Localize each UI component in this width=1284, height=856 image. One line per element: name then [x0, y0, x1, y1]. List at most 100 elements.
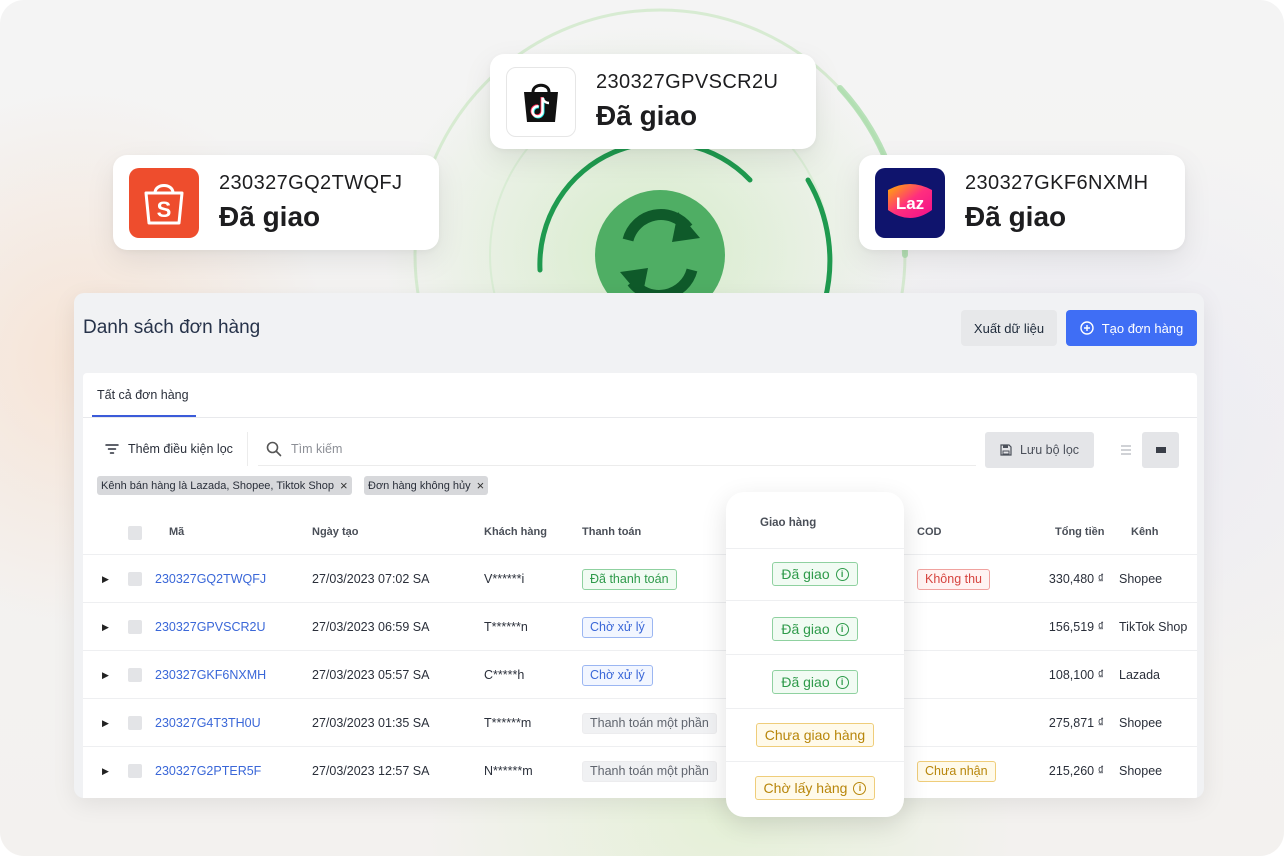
- search-icon: [266, 441, 282, 456]
- delivery-status-column: Giao hàng Đã giao i Đã giao i Đã giao i: [726, 492, 904, 817]
- created-date: 27/03/2023 12:57 SA: [312, 764, 430, 778]
- expand-row-icon[interactable]: ▶: [102, 718, 109, 729]
- table-row[interactable]: ▶ 230327GKF6NXMH 27/03/2023 05:57 SA C**…: [83, 650, 1197, 698]
- row-checkbox[interactable]: [128, 572, 142, 586]
- expand-row-icon[interactable]: ▶: [102, 670, 109, 681]
- sales-channel: Shopee: [1119, 764, 1163, 778]
- order-total: 108,100 ₫: [1048, 668, 1104, 682]
- divider: [726, 761, 904, 762]
- customer-name: N******m: [484, 764, 533, 778]
- order-code-link[interactable]: 230327GQ2TWQFJ: [155, 555, 266, 603]
- delivery-status-label: Chờ lấy hàng: [763, 780, 848, 796]
- remove-chip-icon[interactable]: ×: [340, 479, 348, 492]
- create-order-label: Tạo đơn hàng: [1101, 320, 1184, 336]
- info-icon[interactable]: i: [853, 781, 867, 795]
- compact-view-icon: [1155, 447, 1166, 453]
- remove-chip-icon[interactable]: ×: [477, 479, 485, 492]
- compact-view-toggle[interactable]: [1142, 432, 1179, 468]
- list-view-toggle[interactable]: [1110, 432, 1142, 468]
- column-header-created[interactable]: Ngày tạo: [312, 526, 358, 538]
- list-view-icon: [1121, 445, 1131, 455]
- delivery-cell: Đã giao i: [726, 562, 904, 586]
- column-header-channel[interactable]: Kênh: [1131, 526, 1159, 538]
- create-order-button[interactable]: Tạo đơn hàng: [1066, 310, 1197, 346]
- save-filter-label: Lưu bộ lọc: [1019, 443, 1080, 457]
- order-code-link[interactable]: 230327G2PTER5F: [155, 747, 261, 795]
- created-date: 27/03/2023 01:35 SA: [312, 716, 430, 730]
- delivery-cell: Đã giao i: [726, 617, 904, 641]
- created-date: 27/03/2023 07:02 SA: [312, 572, 430, 586]
- order-total: 156,519 ₫: [1048, 620, 1104, 634]
- table-row[interactable]: ▶ 230327GQ2TWQFJ 27/03/2023 07:02 SA V**…: [83, 554, 1197, 602]
- delivery-status-label: Chưa giao hàng: [764, 727, 866, 743]
- sales-channel: Shopee: [1119, 716, 1163, 730]
- row-checkbox[interactable]: [128, 668, 142, 682]
- expand-row-icon[interactable]: ▶: [102, 766, 109, 777]
- delivery-status-badge[interactable]: Đã giao i: [772, 670, 858, 694]
- search-input[interactable]: Tìm kiếm: [258, 432, 976, 466]
- plus-circle-icon: [1080, 321, 1094, 335]
- row-checkbox[interactable]: [128, 716, 142, 730]
- customer-name: C*****h: [484, 668, 525, 682]
- export-button[interactable]: Xuất dữ liệu: [961, 310, 1057, 346]
- row-checkbox[interactable]: [128, 764, 142, 778]
- order-code: 230327GKF6NXMH: [965, 172, 1149, 194]
- info-icon[interactable]: i: [835, 567, 849, 581]
- info-icon[interactable]: i: [835, 675, 849, 689]
- svg-text:Laz: Laz: [896, 194, 924, 213]
- delivery-status-badge[interactable]: Chưa giao hàng: [755, 723, 875, 747]
- order-status: Đã giao: [596, 100, 698, 131]
- expand-row-icon[interactable]: ▶: [102, 622, 109, 633]
- select-all-checkbox[interactable]: [128, 526, 142, 540]
- column-header-payment[interactable]: Thanh toán: [582, 526, 641, 538]
- created-date: 27/03/2023 06:59 SA: [312, 620, 430, 634]
- info-icon[interactable]: i: [835, 622, 849, 636]
- order-status: Đã giao: [219, 201, 321, 232]
- save-filter-button[interactable]: Lưu bộ lọc: [985, 432, 1094, 468]
- divider: [726, 654, 904, 655]
- order-code-link[interactable]: 230327GKF6NXMH: [155, 651, 266, 699]
- order-total: 275,871 ₫: [1048, 716, 1104, 730]
- order-list-panel: Danh sách đơn hàng Xuất dữ liệu Tạo đơn …: [74, 293, 1204, 798]
- delivery-status-badge[interactable]: Đã giao i: [772, 617, 858, 641]
- order-status: Đã giao: [965, 201, 1067, 232]
- add-filter-button[interactable]: Thêm điều kiện lọc: [96, 432, 248, 466]
- order-code: 230327GPVSCR2U: [596, 71, 779, 93]
- filter-chip-label: Đơn hàng không hủy: [368, 479, 471, 492]
- customer-name: V******i: [484, 572, 525, 586]
- row-checkbox[interactable]: [128, 620, 142, 634]
- filter-chip-channel: Kênh bán hàng là Lazada, Shopee, Tiktok …: [97, 476, 352, 495]
- delivery-status-label: Đã giao: [781, 621, 830, 637]
- tiktok-shop-icon: [506, 66, 576, 137]
- search-placeholder: Tìm kiếm: [291, 441, 343, 456]
- column-header-delivery[interactable]: Giao hàng: [760, 517, 816, 529]
- filter-chip-label: Kênh bán hàng là Lazada, Shopee, Tiktok …: [101, 479, 335, 492]
- column-header-customer[interactable]: Khách hàng: [484, 526, 547, 538]
- filter-icon: [105, 444, 119, 454]
- hero-stage: S 230327GQ2TWQFJ Đã giao 230327GPVSCR2U …: [0, 0, 1284, 856]
- page-title: Danh sách đơn hàng: [83, 317, 261, 338]
- tab-all-orders[interactable]: Tất cả đơn hàng: [97, 388, 189, 402]
- payment-status-badge: Chờ xử lý: [582, 664, 653, 686]
- table-row[interactable]: ▶ 230327GPVSCR2U 27/03/2023 06:59 SA T**…: [83, 602, 1197, 650]
- table-row[interactable]: ▶ 230327G2PTER5F 27/03/2023 12:57 SA N**…: [83, 746, 1197, 794]
- delivery-status-badge[interactable]: Chờ lấy hàng i: [754, 776, 876, 800]
- cod-status-badge: Không thu: [917, 568, 990, 590]
- created-date: 27/03/2023 05:57 SA: [312, 668, 430, 682]
- delivery-status-label: Đã giao: [781, 566, 830, 582]
- delivery-cell: Chưa giao hàng: [726, 723, 904, 747]
- customer-name: T******n: [484, 620, 528, 634]
- tab-divider: [83, 417, 1197, 418]
- delivery-cell: Chờ lấy hàng i: [726, 776, 904, 800]
- order-card-shopee: S 230327GQ2TWQFJ Đã giao: [113, 155, 439, 250]
- table-row[interactable]: ▶ 230327G4T3TH0U 27/03/2023 01:35 SA T**…: [83, 698, 1197, 746]
- expand-row-icon[interactable]: ▶: [102, 574, 109, 585]
- delivery-status-badge[interactable]: Đã giao i: [772, 562, 858, 586]
- order-card-lazada: Laz 230327GKF6NXMH Đã giao: [859, 155, 1185, 250]
- column-header-cod[interactable]: COD: [917, 526, 941, 538]
- order-code-link[interactable]: 230327G4T3TH0U: [155, 699, 261, 747]
- column-header-code[interactable]: Mã: [169, 526, 184, 538]
- column-header-total[interactable]: Tổng tiền: [1055, 526, 1105, 538]
- order-code-link[interactable]: 230327GPVSCR2U: [155, 603, 265, 651]
- lazada-icon: Laz: [875, 167, 945, 238]
